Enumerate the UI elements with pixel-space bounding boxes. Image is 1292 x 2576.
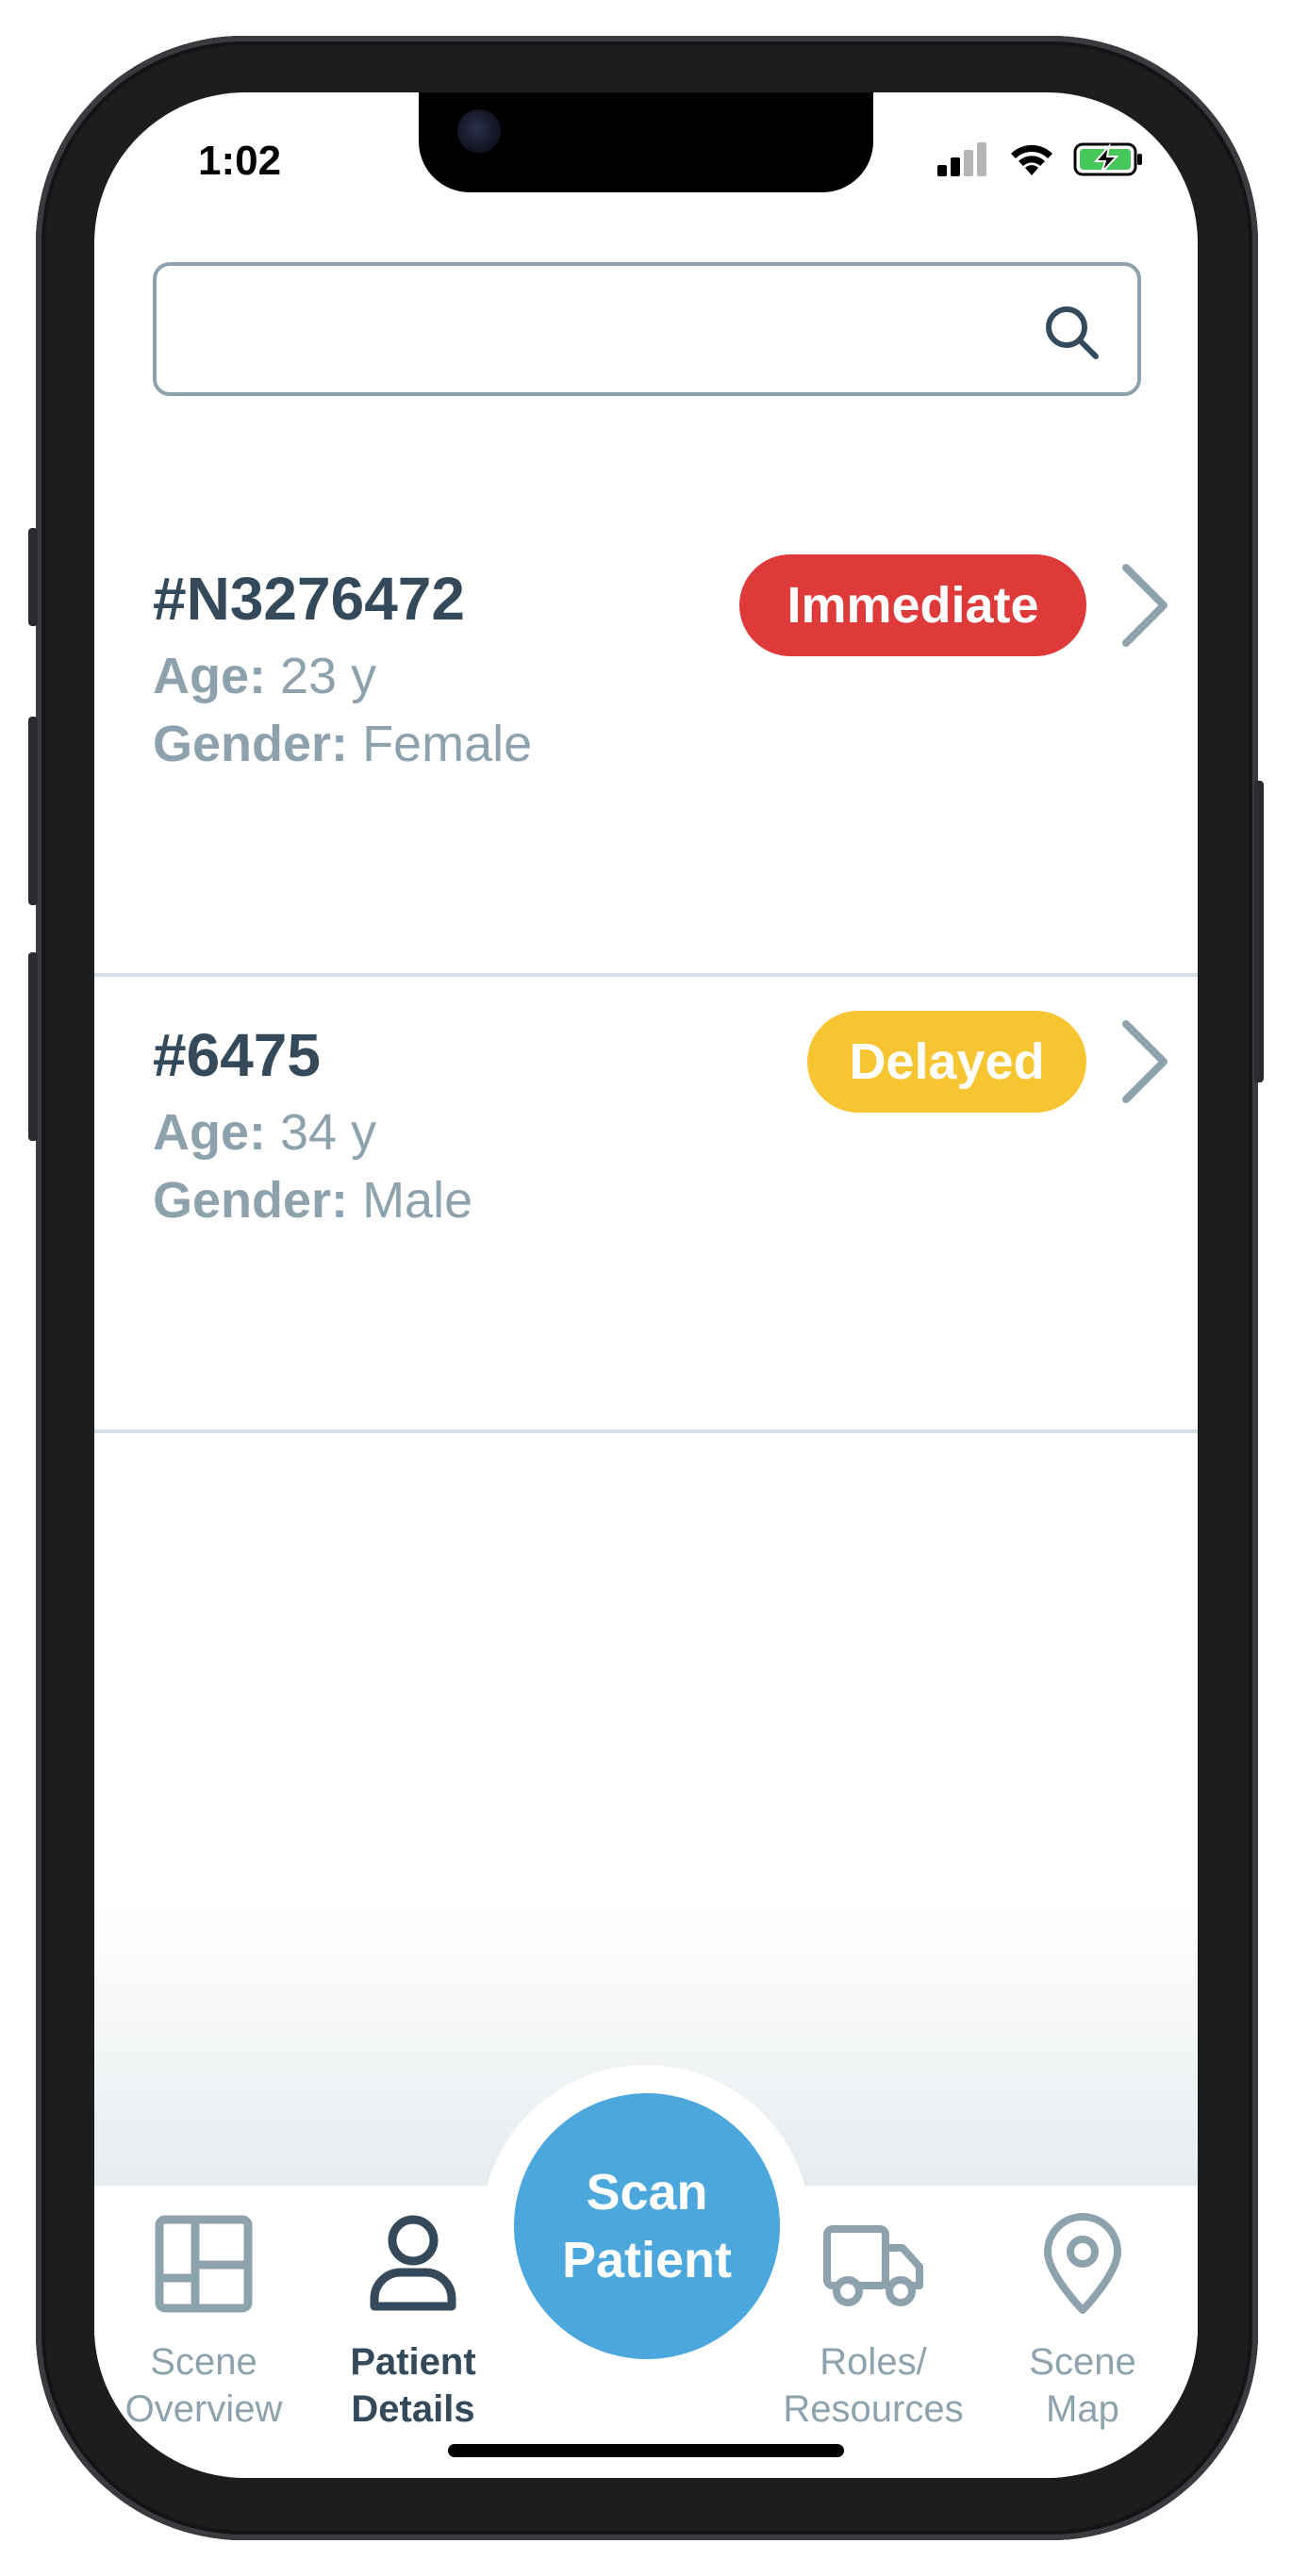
patient-list-item[interactable]: #6475 Age: 34 y Gender: Male Delayed — [94, 981, 1198, 1433]
map-pin-icon — [1044, 2213, 1121, 2314]
age-value: 34 y — [280, 1104, 377, 1161]
patient-list-item[interactable]: #N3276472 Age: 23 y Gender: Female Immed… — [94, 524, 1198, 977]
age-value: 23 y — [280, 648, 377, 704]
tab-roles-resources[interactable]: Roles/ Resources — [770, 2212, 977, 2433]
gender-label: Gender: — [153, 716, 349, 772]
side-button-power — [1254, 781, 1264, 1082]
person-icon — [370, 2215, 456, 2311]
tab-label: Scene Overview — [124, 2341, 283, 2430]
search-input[interactable] — [175, 285, 1024, 373]
patient-id: #N3276472 — [153, 565, 465, 633]
wifi-icon — [1011, 144, 1052, 175]
patient-age: Age: 23 y — [153, 647, 376, 705]
status-icons — [937, 141, 1145, 177]
cellular-signal-icon — [937, 142, 986, 176]
layout-icon — [155, 2215, 253, 2313]
side-button-mute — [28, 528, 38, 626]
chevron-right-icon[interactable] — [1118, 562, 1171, 649]
gender-value: Female — [362, 716, 533, 772]
gender-label: Gender: — [153, 1172, 349, 1229]
home-indicator[interactable] — [448, 2444, 844, 2457]
patient-id: #6475 — [153, 1021, 321, 1089]
side-button-volume-up — [28, 717, 38, 905]
patient-gender: Gender: Female — [153, 715, 532, 773]
side-button-volume-down — [28, 952, 38, 1141]
patient-age: Age: 34 y — [153, 1103, 376, 1162]
patient-gender: Gender: Male — [153, 1171, 472, 1230]
tab-scene-overview[interactable]: Scene Overview — [100, 2212, 307, 2433]
search-icon[interactable] — [1041, 302, 1102, 362]
triage-badge: Immediate — [739, 554, 1086, 656]
chevron-right-icon[interactable] — [1118, 1018, 1171, 1105]
tab-label: Scene Map — [1029, 2341, 1136, 2430]
tab-patient-details[interactable]: Patient Details — [309, 2212, 517, 2433]
status-time: 1:02 — [198, 138, 282, 184]
tab-label: Roles/ Resources — [783, 2341, 964, 2430]
age-label: Age: — [153, 648, 266, 704]
tab-scene-map[interactable]: Scene Map — [979, 2212, 1186, 2433]
truck-icon — [823, 2225, 923, 2306]
search-box[interactable] — [153, 262, 1141, 396]
age-label: Age: — [153, 1104, 266, 1161]
tab-label: Patient Details — [350, 2341, 476, 2430]
triage-badge: Delayed — [807, 1011, 1086, 1113]
screen: 1:02 #N3276472 Age: 23 y Gender: Female … — [94, 92, 1198, 2478]
gender-value: Male — [362, 1172, 473, 1229]
front-camera — [457, 109, 501, 153]
scan-patient-button[interactable]: Scan Patient — [514, 2093, 780, 2359]
battery-charging-icon — [1073, 142, 1142, 176]
